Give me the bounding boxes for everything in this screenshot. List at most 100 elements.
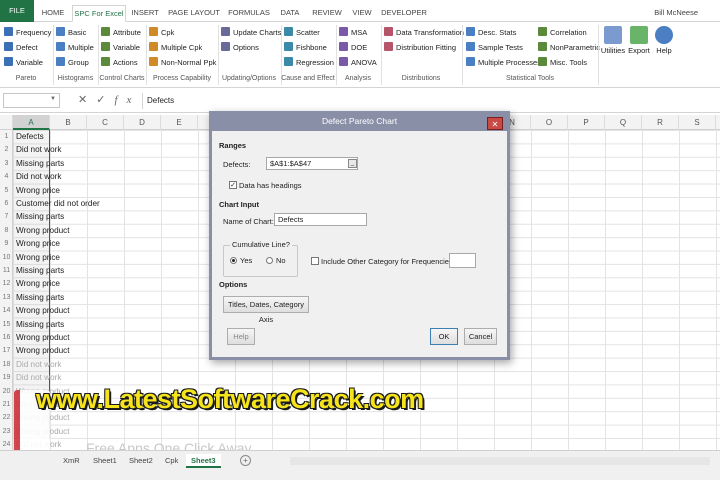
fishbone-button[interactable]: Fishbone — [284, 41, 327, 54]
histogram-multiple-button[interactable]: Multiple — [56, 41, 94, 54]
column-header-a[interactable]: A — [13, 115, 50, 130]
data-cell[interactable]: Did not work — [16, 358, 62, 371]
data-cell[interactable]: Wrong price — [16, 237, 60, 250]
doe-button[interactable]: DOE — [339, 41, 367, 54]
correlation-button[interactable]: Correlation — [538, 26, 587, 39]
tab-review[interactable]: REVIEW — [310, 5, 344, 22]
tab-view[interactable]: VIEW — [349, 5, 375, 22]
data-cell[interactable]: Wrong product — [16, 304, 70, 317]
column-header-p[interactable]: P — [568, 115, 605, 130]
row-header[interactable]: 10 — [0, 251, 13, 264]
data-cell[interactable]: Wrong product — [16, 331, 70, 344]
user-name[interactable]: Bill McNeese — [654, 8, 698, 17]
data-cell[interactable]: Did not work — [16, 371, 62, 384]
header-cell[interactable]: Defects — [16, 130, 44, 143]
sheet-tab-cpk[interactable]: Cpk — [160, 454, 183, 468]
include-other-input[interactable] — [449, 253, 476, 268]
range-picker-icon[interactable]: _ — [348, 159, 357, 168]
row-header[interactable]: 20 — [0, 385, 13, 398]
options-button[interactable]: Options — [221, 41, 259, 54]
confirm-icon[interactable]: ✓ — [96, 94, 114, 106]
utilities-button[interactable]: Utilities — [600, 26, 626, 55]
tab-file[interactable]: FILE — [0, 0, 34, 22]
column-header-o[interactable]: O — [531, 115, 568, 130]
data-cell[interactable]: Missing parts — [16, 291, 64, 304]
data-transformation-button[interactable]: Data Transformation — [384, 26, 464, 39]
fx-icon[interactable]: fx — [114, 94, 140, 106]
row-header[interactable]: 17 — [0, 344, 13, 357]
data-cell[interactable]: Missing parts — [16, 264, 64, 277]
row-header[interactable]: 9 — [0, 237, 13, 250]
tab-developer[interactable]: DEVELOPER — [381, 5, 427, 22]
row-header[interactable]: 1 — [0, 130, 13, 143]
row-header[interactable]: 4 — [0, 170, 13, 183]
sheet-tab-sheet2[interactable]: Sheet2 — [124, 454, 158, 468]
export-button[interactable]: Export — [626, 26, 652, 55]
row-header[interactable]: 7 — [0, 210, 13, 223]
row-header[interactable]: 11 — [0, 264, 13, 277]
formula-input[interactable]: Defects — [142, 93, 716, 109]
cpk-button[interactable]: Cpk — [149, 26, 174, 39]
data-cell[interactable]: Missing parts — [16, 157, 64, 170]
chevron-down-icon[interactable]: ▼ — [50, 96, 56, 102]
control-attribute-button[interactable]: Attribute — [101, 26, 141, 39]
distribution-fitting-button[interactable]: Distribution Fitting — [384, 41, 456, 54]
row-header[interactable]: 19 — [0, 371, 13, 384]
tab-data[interactable]: DATA — [276, 5, 304, 22]
row-header[interactable]: 23 — [0, 425, 13, 438]
select-all-corner[interactable] — [0, 115, 13, 130]
update-charts-button[interactable]: Update Charts — [221, 26, 281, 39]
data-cell[interactable]: Wrong price — [16, 184, 60, 197]
data-cell[interactable]: Did not work — [16, 143, 62, 156]
desc-stats-button[interactable]: Desc. Stats — [466, 26, 516, 39]
column-header-c[interactable]: C — [87, 115, 124, 130]
control-actions-button[interactable]: Actions — [101, 56, 138, 69]
row-header[interactable]: 13 — [0, 291, 13, 304]
tab-page-layout[interactable]: PAGE LAYOUT — [166, 5, 222, 22]
cancel-icon[interactable]: ✕ — [78, 94, 96, 106]
row-header[interactable]: 21 — [0, 398, 13, 411]
pareto-variable-button[interactable]: Variable — [4, 56, 43, 69]
tab-spc-for-excel[interactable]: SPC For Excel — [72, 5, 126, 22]
column-header-q[interactable]: Q — [605, 115, 642, 130]
sample-tests-button[interactable]: Sample Tests — [466, 41, 523, 54]
pareto-frequency-button[interactable]: Frequency — [4, 26, 51, 39]
row-header[interactable]: 5 — [0, 184, 13, 197]
column-header-e[interactable]: E — [161, 115, 198, 130]
row-header[interactable]: 16 — [0, 331, 13, 344]
data-cell[interactable]: Customer did not order — [16, 197, 100, 210]
ok-button[interactable]: OK — [430, 328, 458, 345]
column-header-d[interactable]: D — [124, 115, 161, 130]
defects-range-input[interactable]: $A$1:$A$47 — [266, 157, 358, 170]
row-header[interactable]: 2 — [0, 143, 13, 156]
horizontal-scrollbar[interactable] — [290, 457, 710, 465]
column-header-s[interactable]: S — [679, 115, 716, 130]
histogram-group-button[interactable]: Group — [56, 56, 89, 69]
sheet-tab-sheet1[interactable]: Sheet1 — [88, 454, 122, 468]
row-header[interactable]: 6 — [0, 197, 13, 210]
row-header[interactable]: 3 — [0, 157, 13, 170]
cancel-button[interactable]: Cancel — [464, 328, 497, 345]
tab-insert[interactable]: INSERT — [130, 5, 160, 22]
multiple-processes-button[interactable]: Multiple Processes — [466, 56, 541, 69]
titles-dates-axis-button[interactable]: Titles, Dates, Category Axis — [223, 296, 309, 324]
row-header[interactable]: 12 — [0, 277, 13, 290]
data-cell[interactable]: Missing parts — [16, 210, 64, 223]
cumulative-yes-radio[interactable] — [230, 257, 237, 264]
nonparametric-button[interactable]: NonParametric — [538, 41, 600, 54]
data-cell[interactable]: Wrong price — [16, 277, 60, 290]
sheet-tab-xmr[interactable]: XmR — [58, 454, 85, 468]
misc-tools-button[interactable]: Misc. Tools — [538, 56, 587, 69]
cumulative-no-radio[interactable] — [266, 257, 273, 264]
multiple-cpk-button[interactable]: Multiple Cpk — [149, 41, 202, 54]
data-cell[interactable]: Wrong price — [16, 251, 60, 264]
sheet-tab-sheet3[interactable]: Sheet3 — [186, 454, 221, 468]
tab-home[interactable]: HOME — [38, 5, 68, 22]
chart-name-input[interactable]: Defects — [274, 213, 367, 226]
pareto-defect-button[interactable]: Defect — [4, 41, 38, 54]
regression-button[interactable]: Regression — [284, 56, 334, 69]
row-header[interactable]: 14 — [0, 304, 13, 317]
row-header[interactable]: 8 — [0, 224, 13, 237]
close-icon[interactable]: ✕ — [487, 117, 503, 130]
histogram-basic-button[interactable]: Basic — [56, 26, 86, 39]
